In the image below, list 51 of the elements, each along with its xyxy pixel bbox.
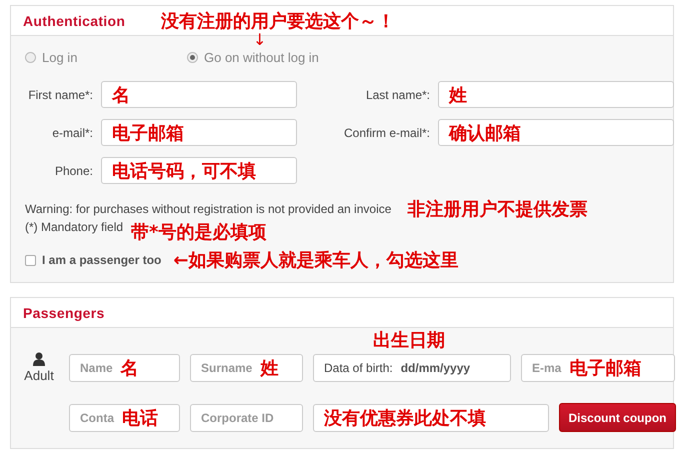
panel-title: Authentication (23, 12, 126, 28)
date-field[interactable]: Data of birth: dd/mm/yyyy (313, 354, 511, 382)
discount-coupon-button[interactable]: Discount coupon (559, 403, 676, 432)
annotation-text: 没有优惠券此处不填 (324, 406, 486, 430)
placeholder-text: E-ma (532, 360, 562, 374)
field-label: First name*: (27, 88, 93, 102)
annotation-text: 电话号码，可不填 (112, 160, 256, 182)
annotation-text: 确认邮箱 (449, 122, 521, 144)
input-field[interactable]: Surname 姓 (190, 354, 303, 382)
annotation-text: 出生日期 (373, 329, 445, 352)
input-field[interactable]: 姓 (438, 81, 674, 108)
placeholder-text: Conta (80, 410, 114, 424)
annotation-text: ←如果购票人就是乘车人，勾选这里 (173, 249, 458, 272)
placeholder-text: Surname (201, 360, 252, 374)
field-label: Last name*: (364, 88, 430, 102)
date-format-text: dd/mm/yyyy (400, 360, 470, 374)
input-field[interactable]: 电话号码，可不填 (101, 157, 297, 184)
placeholder-text: Corporate ID (201, 410, 274, 424)
warning-text: Warning: for purchases without registration is not provided an invoice (25, 202, 392, 216)
annotation-text: 名 (112, 84, 130, 106)
field-label: Confirm e-mail*: (342, 126, 430, 140)
radio-option[interactable]: Go on without log in (187, 50, 659, 65)
input-field[interactable]: Conta 电话 (69, 404, 180, 432)
checkbox[interactable] (25, 254, 36, 266)
annotation-text: 电话 (122, 406, 158, 430)
annotation-text: 非注册用户不提供发票 (407, 198, 588, 221)
annotation-text: 没有注册的用户要选这个～！ (161, 10, 395, 33)
arrow-annotation: ↓ (253, 30, 266, 49)
annotation-text: 带*号的是必填项 (131, 221, 266, 244)
passenger-type: Adult (24, 368, 54, 383)
annotation-text: 名 (120, 356, 139, 380)
radio-option[interactable]: Log in (25, 50, 187, 65)
annotation-text: 电子邮箱 (112, 122, 184, 144)
input-field[interactable]: 名 (101, 81, 297, 108)
input-field[interactable]: 没有优惠券此处不填 (313, 404, 549, 432)
annotation-text: 姓 (449, 84, 467, 106)
placeholder-text: Name (80, 360, 113, 374)
field-label: e-mail*: (51, 126, 93, 140)
panel-title: Passengers (23, 304, 105, 320)
input-field[interactable]: E-ma 电子邮箱 (521, 354, 675, 382)
input-field[interactable]: Name 名 (69, 354, 180, 382)
input-field[interactable]: Corporate ID (190, 404, 303, 432)
field-label: Phone: (54, 164, 93, 178)
mandatory-note: (*) Mandatory field (25, 220, 124, 234)
checkbox-label[interactable]: I am a passenger too (42, 253, 162, 267)
input-field[interactable]: 确认邮箱 (438, 119, 674, 146)
person-icon (33, 352, 45, 366)
annotation-text: 姓 (260, 356, 278, 380)
input-field[interactable]: 电子邮箱 (101, 119, 297, 146)
annotation-text: 电子邮箱 (569, 356, 642, 380)
field-label: Data of birth: (324, 360, 393, 374)
